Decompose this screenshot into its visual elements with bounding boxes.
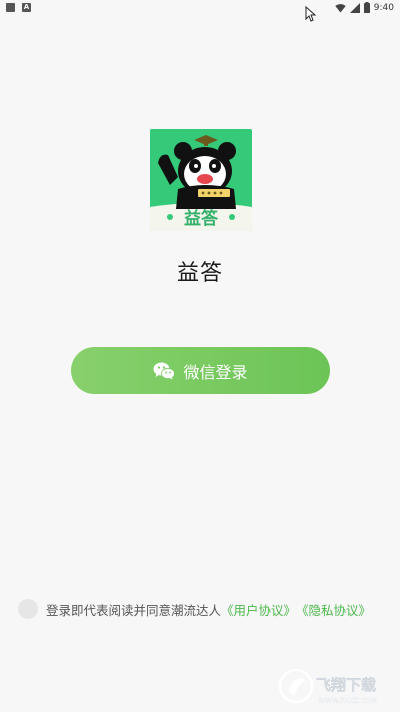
panda-logo-icon: 益答 <box>150 129 252 231</box>
status-bar: A 9:40 <box>0 0 400 22</box>
wechat-login-button[interactable]: 微信登录 <box>71 347 330 394</box>
status-time: 9:40 <box>373 2 394 13</box>
wechat-icon <box>153 362 176 379</box>
svg-text:飞翔下载: 飞翔下载 <box>316 676 376 694</box>
wechat-login-label: 微信登录 <box>183 362 248 382</box>
mouse-cursor-icon <box>305 6 317 22</box>
app-name: 益答 <box>176 261 223 286</box>
app-notification-icon: A <box>22 3 31 12</box>
agreement-checkbox[interactable] <box>18 599 38 619</box>
status-bar-left: A <box>6 3 31 12</box>
status-bar-right: 9:40 <box>335 2 394 13</box>
user-agreement-link[interactable]: 《用户协议》 <box>221 600 296 619</box>
privacy-agreement-link[interactable]: 《隐私协议》 <box>296 600 371 619</box>
app-logo: 益答 <box>150 129 252 231</box>
svg-text:益答: 益答 <box>184 208 219 229</box>
agreement-text: 登录即代表阅读并同意潮流达人 <box>46 602 222 618</box>
watermark-logo: 飞翔下载 WWW.FXXZ.COM <box>278 668 377 705</box>
wifi-icon <box>335 3 346 12</box>
agreement-row: 登录即代表阅读并同意潮流达人 《用户协议》 《隐私协议》 <box>18 597 371 621</box>
signal-icon <box>349 2 360 13</box>
battery-icon <box>363 2 370 13</box>
svg-text:WWW.FXXZ.COM: WWW.FXXZ.COM <box>318 697 377 705</box>
notification-icon <box>6 3 15 12</box>
